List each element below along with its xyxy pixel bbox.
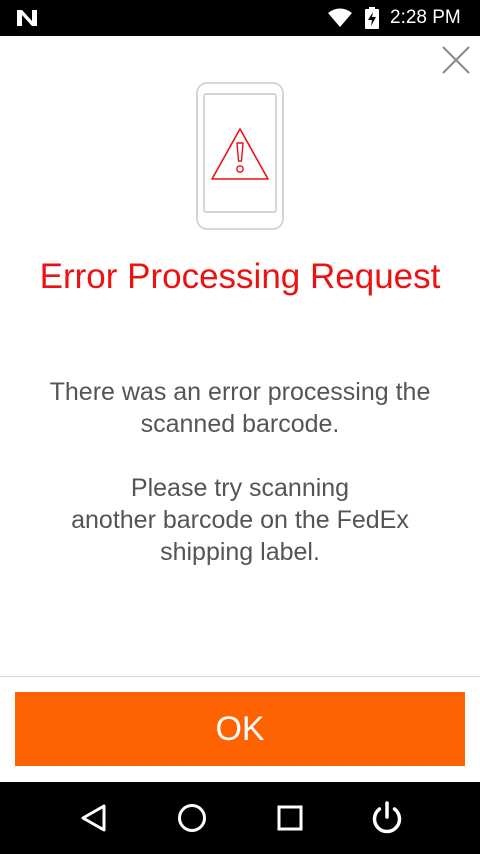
divider — [0, 676, 480, 677]
status-time: 2:28 PM — [390, 7, 461, 28]
message-line: There was an error processing the — [49, 378, 431, 406]
error-message: There was an error processing the scanne… — [20, 376, 460, 568]
message-line: Please try scanning — [130, 474, 350, 502]
dialog-title: Error Processing Request — [39, 257, 441, 296]
back-icon[interactable] — [74, 798, 114, 838]
home-icon[interactable] — [172, 798, 212, 838]
power-icon[interactable] — [367, 798, 407, 838]
phone-warning-icon — [196, 82, 284, 230]
ok-button[interactable]: OK — [15, 692, 465, 766]
status-bar: 2:28 PM — [0, 0, 480, 36]
message-line: shipping label. — [160, 538, 320, 566]
close-icon[interactable] — [440, 44, 472, 76]
message-line: another barcode on the FedEx — [71, 506, 409, 534]
battery-charging-icon — [365, 7, 379, 29]
android-n-icon — [17, 10, 37, 26]
recents-icon[interactable] — [270, 798, 310, 838]
navigation-bar — [0, 782, 480, 854]
message-line: scanned barcode. — [140, 410, 340, 438]
wifi-icon — [328, 8, 352, 27]
